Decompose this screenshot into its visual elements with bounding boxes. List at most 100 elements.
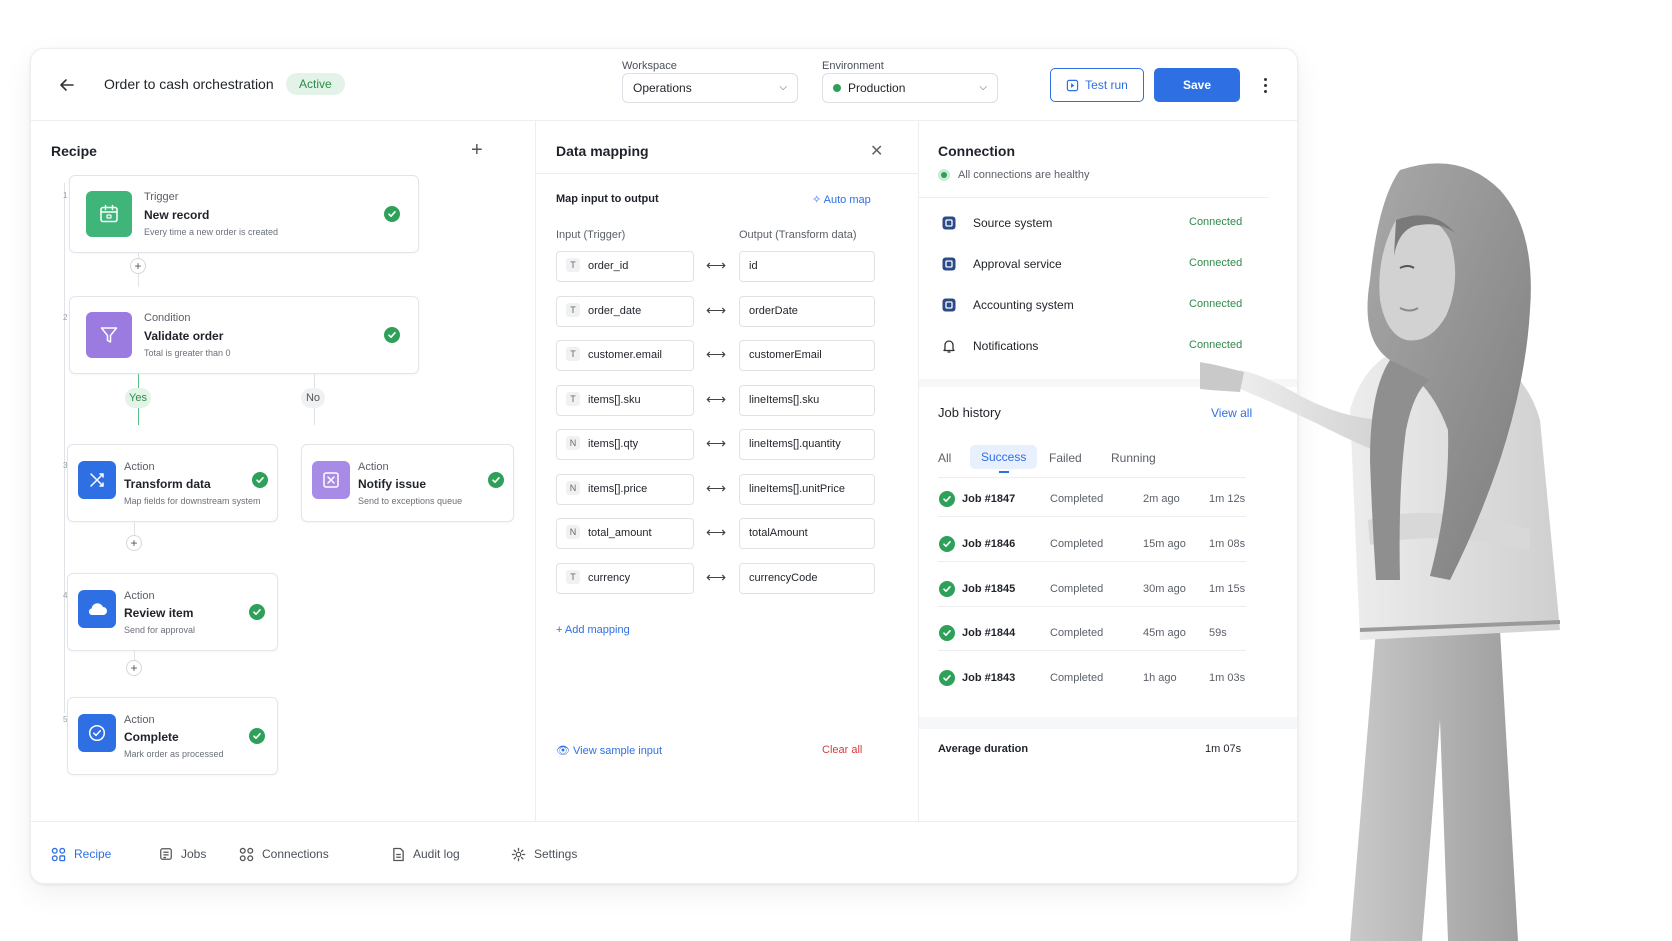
success-check-icon — [939, 535, 955, 552]
status-dot-icon — [833, 84, 841, 92]
mapping-input-field[interactable]: Titems[].sku — [556, 384, 694, 416]
step-desc: Send to exceptions queue — [358, 496, 463, 506]
mapping-output-field[interactable]: orderDate — [739, 295, 875, 327]
step-kind: Condition — [144, 312, 191, 324]
nav-label: Recipe — [74, 847, 112, 861]
step-number: 1 — [63, 191, 68, 200]
step-name: Review item — [124, 606, 194, 620]
save-button[interactable]: Save — [1154, 68, 1240, 102]
add-step-button[interactable]: + — [130, 258, 146, 274]
field-type-badge: T — [566, 258, 580, 272]
more-options-icon[interactable] — [1257, 71, 1273, 99]
mapping-input-label: customer.email — [588, 349, 662, 361]
success-check-icon — [252, 472, 268, 488]
nav-jobs[interactable]: Jobs — [159, 845, 206, 863]
tab-failed[interactable]: Failed — [1049, 451, 1082, 465]
mapping-input-field[interactable]: Tcurrency — [556, 562, 694, 594]
mapping-output-field[interactable]: customerEmail — [739, 340, 875, 371]
mapping-input-field[interactable]: Torder_id — [556, 251, 694, 282]
mapping-output-field[interactable]: id — [739, 251, 875, 282]
stage: Order to cash orchestration Active Works… — [0, 0, 1672, 941]
job-status: Completed — [1050, 627, 1104, 640]
step-number: 2 — [63, 313, 68, 322]
add-mapping-button[interactable]: + Add mapping — [556, 624, 630, 636]
page-title: Order to cash orchestration — [104, 76, 274, 92]
health-dot-icon — [938, 169, 950, 181]
workspace-label: Workspace — [622, 60, 677, 72]
mapping-input-field[interactable]: Nitems[].qty — [556, 429, 694, 460]
connector-line — [134, 651, 135, 660]
mapping-output-field[interactable]: totalAmount — [739, 518, 875, 549]
field-type-badge: T — [566, 569, 580, 584]
step-card-notify[interactable]: Action Notify issue Send to exceptions q… — [301, 444, 514, 522]
step-card-review[interactable]: Action Review item Send for approval — [67, 573, 278, 651]
mapping-input-field[interactable]: Ntotal_amount — [556, 518, 694, 549]
nav-recipe[interactable]: Recipe — [51, 845, 111, 863]
nav-audit-log[interactable]: Audit log — [392, 845, 460, 863]
tab-success[interactable]: Success — [970, 445, 1038, 469]
step-kind: Action — [358, 461, 389, 473]
mapping-title: Data mapping — [556, 143, 649, 159]
test-run-button[interactable]: Test run — [1050, 68, 1144, 102]
mapping-output-field[interactable]: lineItems[].quantity — [739, 429, 875, 460]
job-id: Job #1843 — [962, 672, 1016, 685]
close-icon[interactable]: ✕ — [870, 141, 883, 161]
step-desc: Send for approval — [124, 625, 196, 635]
nav-label: Audit log — [413, 847, 460, 861]
recipe-panel: Recipe + Yes No 1 Trigger New record Eve… — [31, 121, 536, 821]
test-run-label: Test run — [1085, 78, 1128, 92]
connector-line — [134, 522, 135, 535]
mapping-input-label: items[].sku — [588, 393, 641, 406]
test-run-icon — [1066, 79, 1079, 91]
view-sample-input-button[interactable]: 👁 View sample input — [556, 744, 662, 757]
job-id: Job #1847 — [962, 493, 1016, 505]
tab-all[interactable]: All — [938, 451, 951, 465]
step-desc: Map fields for downstream system — [124, 496, 261, 506]
header: Order to cash orchestration Active Works… — [31, 49, 1297, 121]
filter-icon — [86, 312, 132, 358]
check-circle-icon — [78, 714, 116, 752]
mapping-output-field[interactable]: currencyCode — [739, 562, 875, 594]
mapping-input-field[interactable]: Tcustomer.email — [556, 340, 694, 371]
mapping-output-field[interactable]: lineItems[].sku — [739, 384, 875, 416]
environment-value: Production — [848, 81, 906, 95]
bell-icon — [940, 337, 958, 355]
mapping-input-field[interactable]: Torder_date — [556, 295, 694, 327]
plus-icon: + — [556, 624, 565, 636]
map-arrow-icon: ⟷ — [706, 390, 727, 407]
workspace-select[interactable]: Operations ⌵ — [622, 73, 798, 103]
mapping-output-field[interactable]: lineItems[].unitPrice — [739, 473, 875, 505]
add-step-icon[interactable]: + — [471, 139, 483, 162]
step-card-condition[interactable]: Condition Validate order Total is greate… — [69, 296, 419, 374]
environment-select[interactable]: Production ⌵ — [822, 73, 998, 103]
source-system-icon — [940, 214, 958, 232]
step-card-transform[interactable]: Action Transform data Map fields for dow… — [67, 444, 278, 522]
nav-label: Settings — [534, 847, 578, 861]
field-type-badge: T — [566, 302, 580, 317]
tab-indicator — [999, 471, 1009, 473]
step-card-complete[interactable]: Action Complete Mark order as processed — [67, 697, 278, 775]
tab-running[interactable]: Running — [1111, 451, 1156, 465]
map-arrow-icon: ⟷ — [706, 568, 727, 585]
input-header: Input (Trigger) — [556, 229, 626, 241]
back-arrow-icon[interactable] — [55, 73, 79, 97]
recipe-title: Recipe — [51, 143, 97, 159]
map-arrow-icon: ⟷ — [706, 524, 727, 540]
job-id: Job #1845 — [962, 582, 1016, 595]
recipe-icon — [51, 847, 66, 861]
nav-settings[interactable]: Settings — [511, 845, 577, 863]
success-check-icon — [384, 206, 400, 222]
auto-map-button[interactable]: ✧ Auto map — [812, 193, 871, 206]
success-check-icon — [939, 580, 955, 597]
step-card-trigger[interactable]: Trigger New record Every time a new orde… — [69, 175, 419, 253]
nav-connections[interactable]: Connections — [239, 845, 329, 863]
mapping-input-label: order_id — [588, 260, 629, 272]
clear-all-button[interactable]: Clear all — [822, 744, 862, 756]
nav-label: Jobs — [181, 847, 207, 861]
add-step-button[interactable]: + — [126, 660, 142, 676]
app-window: Order to cash orchestration Active Works… — [30, 48, 1298, 884]
avg-duration-label: Average duration — [938, 743, 1029, 755]
mapping-input-field[interactable]: Nitems[].price — [556, 473, 694, 505]
jobs-icon — [160, 848, 172, 860]
add-step-button[interactable]: + — [126, 535, 142, 551]
